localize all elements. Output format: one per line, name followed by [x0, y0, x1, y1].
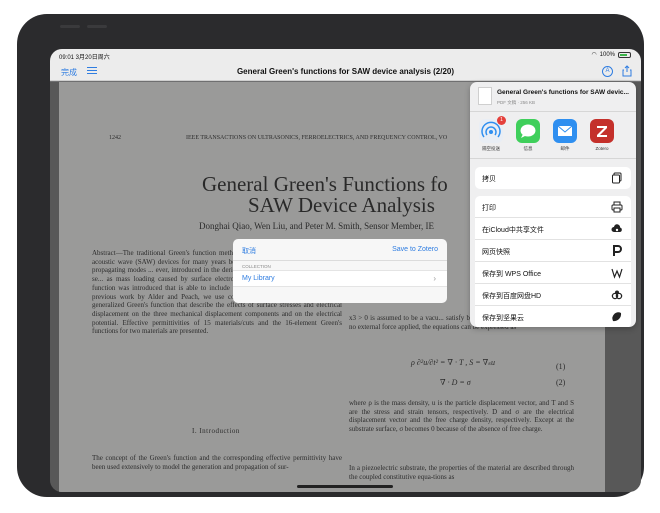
action-web-snapshot[interactable]: 网页快照 [475, 240, 631, 262]
copy-icon [612, 172, 622, 184]
notification-badge: 1 [497, 116, 506, 125]
share-icon[interactable] [622, 65, 632, 77]
share-app-mail[interactable]: 邮件 [552, 119, 578, 152]
app-label: 邮件 [560, 146, 570, 151]
share-sheet: General Green's functions for SAW devic.… [470, 82, 636, 327]
share-file-meta: PDF 文稿 · 256 KB [497, 100, 536, 105]
action-group-copy: 拷贝 [475, 167, 631, 189]
volume-button [87, 25, 107, 28]
action-label: 打印 [482, 205, 496, 212]
collection-name: My Library [242, 275, 275, 282]
share-file-name: General Green's functions for SAW devic.… [497, 89, 629, 96]
action-save-jianguoyun[interactable]: 保存到坚果云 [475, 306, 631, 327]
status-bar: 09:01 3月20日周六 ◠ 100% [50, 49, 641, 61]
wps-icon [611, 268, 623, 279]
ipad-frame: 09:01 3月20日周六 ◠ 100% 完成 General Green's … [17, 14, 644, 497]
jianguoyun-icon [612, 312, 622, 322]
share-app-messages[interactable]: 信息 [515, 119, 541, 152]
messages-icon [516, 119, 540, 143]
action-save-wps[interactable]: 保存到 WPS Office [475, 262, 631, 284]
share-app-zotero[interactable]: Zotero [589, 119, 615, 151]
printer-icon [611, 201, 623, 213]
wifi-icon: ◠ [591, 52, 597, 58]
icloud-share-icon [611, 224, 622, 232]
share-actions: 拷贝 打印 在iCloud中共享文件 网页快照 保存到 WPS Office 保… [475, 167, 631, 327]
action-copy[interactable]: 拷贝 [475, 167, 631, 189]
cancel-button[interactable]: 取消 [242, 246, 256, 256]
app-label: 信息 [523, 146, 533, 151]
save-to-zotero-button[interactable]: Save to Zotero [392, 246, 438, 253]
volume-button [60, 25, 80, 28]
document-title: General Green's functions for SAW device… [236, 67, 455, 76]
action-label: 网页快照 [482, 249, 510, 256]
action-label: 保存到坚果云 [482, 315, 524, 322]
collection-section-label: COLLECTION [242, 264, 271, 269]
status-time: 09:01 3月20日周六 [59, 55, 110, 61]
share-app-airdrop[interactable]: 1 隔空投送 [478, 116, 506, 152]
chevron-right-icon: › [433, 274, 436, 283]
action-label: 保存到百度网盘HD [482, 293, 542, 300]
dialog-header: 取消 Save to Zotero [233, 239, 447, 261]
airdrop-icon: 1 [479, 116, 506, 143]
action-label: 在iCloud中共享文件 [482, 227, 544, 234]
battery-icon [618, 51, 631, 58]
action-group-main: 打印 在iCloud中共享文件 网页快照 保存到 WPS Office 保存到百… [475, 196, 631, 327]
action-icloud-share[interactable]: 在iCloud中共享文件 [475, 218, 631, 240]
zotero-save-dialog: 取消 Save to Zotero COLLECTION My Library … [233, 239, 447, 303]
action-print[interactable]: 打印 [475, 196, 631, 218]
action-label: 保存到 WPS Office [482, 271, 541, 278]
baidu-netdisk-icon [611, 290, 623, 300]
action-save-baidu[interactable]: 保存到百度网盘HD [475, 284, 631, 306]
app-label: Zotero [595, 146, 609, 151]
screen: 09:01 3月20日周六 ◠ 100% 完成 General Green's … [50, 49, 641, 492]
battery-percent: 100% [599, 51, 615, 58]
share-file-header: General Green's functions for SAW devic.… [470, 82, 636, 112]
mail-icon [553, 119, 577, 143]
pdf-thumbnail-icon [478, 87, 492, 105]
collection-row-my-library[interactable]: My Library › [233, 270, 447, 287]
share-app-row: 1 隔空投送 信息 邮件 Zotero [470, 113, 636, 159]
app-label: 隔空投送 [482, 146, 500, 151]
home-indicator[interactable] [297, 485, 393, 488]
annotate-icon[interactable]: A [602, 66, 613, 77]
zotero-icon [590, 119, 614, 143]
action-label: 拷贝 [482, 176, 496, 183]
nav-bar: 完成 General Green's functions for SAW dev… [50, 61, 641, 81]
snapshot-icon [613, 245, 622, 256]
